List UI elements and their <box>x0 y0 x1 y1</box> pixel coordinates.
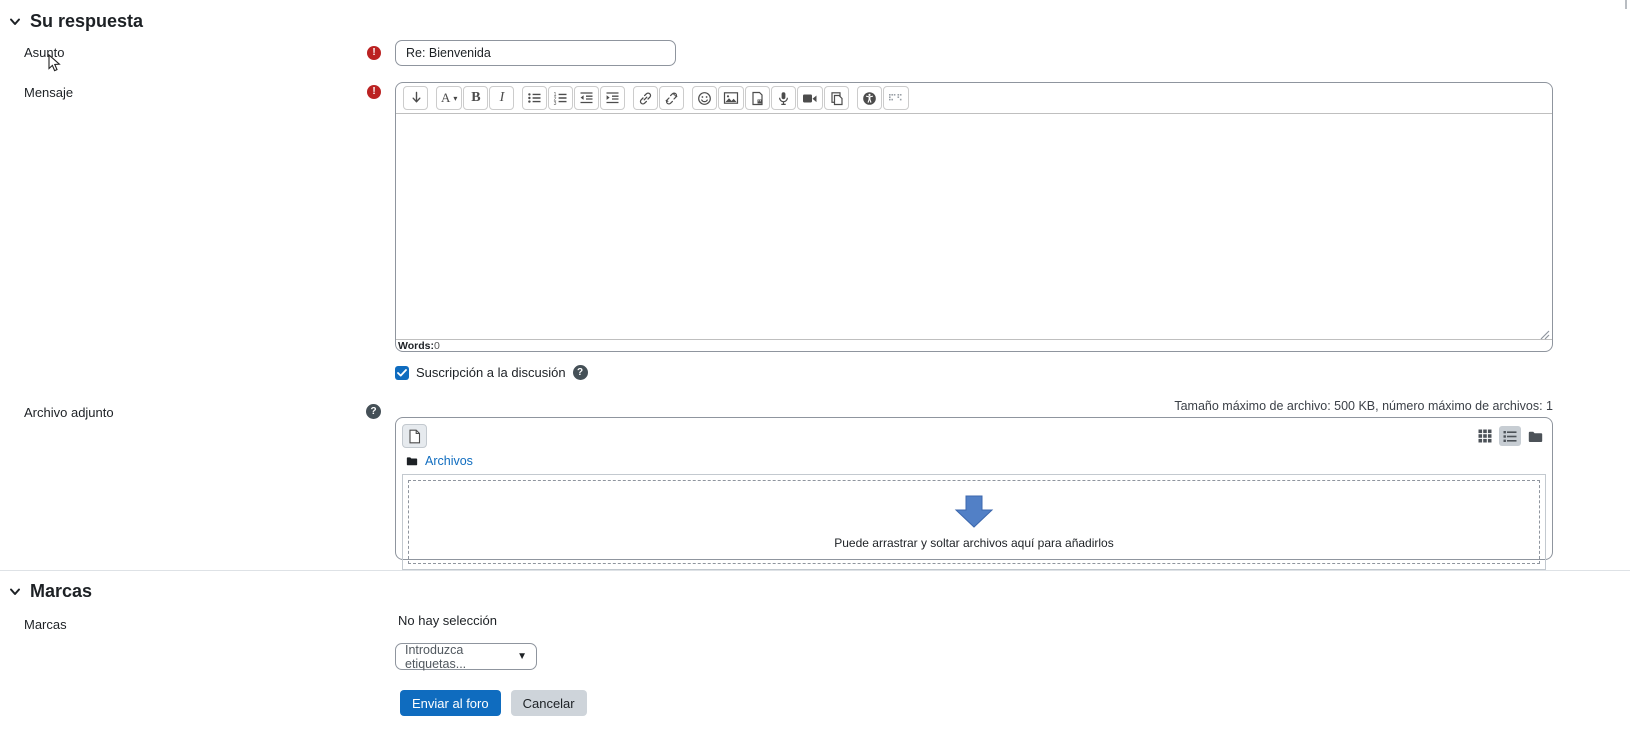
section-divider <box>0 570 1630 571</box>
indent-button[interactable] <box>600 86 625 110</box>
emoji-button[interactable] <box>692 86 717 110</box>
word-count-bar: Words:0 <box>396 339 1552 352</box>
filemanager-path: Archivos <box>402 451 1546 471</box>
video-camera-icon <box>802 92 818 105</box>
media-file-icon <box>750 91 765 106</box>
screenreader-icon <box>888 92 904 105</box>
chevron-down-icon <box>8 585 22 599</box>
add-file-button[interactable] <box>402 424 427 448</box>
section-su-respuesta-header[interactable]: Su respuesta <box>8 11 143 32</box>
numbered-list-icon: 123 <box>553 91 568 105</box>
section-title: Marcas <box>30 581 92 602</box>
subscription-row: Suscripción a la discusión ? <box>395 365 588 380</box>
section-title: Su respuesta <box>30 11 143 32</box>
message-editor: A▾ B I 123 <box>395 82 1553 352</box>
folder-icon <box>1528 430 1543 443</box>
outdent-icon <box>579 91 594 105</box>
accessibility-checker-button[interactable] <box>857 86 882 110</box>
ordered-list-button[interactable]: 123 <box>548 86 573 110</box>
asunto-input[interactable]: Re: Bienvenida <box>395 40 676 66</box>
forum-reply-page: Su respuesta Asunto ! Re: Bienvenida Men… <box>0 0 1630 754</box>
unordered-list-button[interactable] <box>522 86 547 110</box>
accessibility-icon <box>862 91 877 106</box>
manage-files-button[interactable] <box>824 86 849 110</box>
record-audio-button[interactable] <box>771 86 796 110</box>
help-icon[interactable]: ? <box>366 404 381 419</box>
tags-combobox[interactable]: Introduzca etiquetas... ▼ <box>395 643 537 670</box>
bold-button[interactable]: B <box>463 86 488 110</box>
smiley-icon <box>697 91 712 106</box>
path-link-archivos[interactable]: Archivos <box>425 454 473 468</box>
new-file-icon <box>408 429 421 444</box>
unlink-icon <box>664 91 679 106</box>
indent-icon <box>605 91 620 105</box>
microphone-icon <box>777 91 790 106</box>
cancel-button[interactable]: Cancelar <box>511 690 587 716</box>
file-limits-text: Tamaño máximo de archivo: 500 KB, número… <box>1174 399 1553 413</box>
chevron-down-icon <box>8 15 22 29</box>
section-marcas-header[interactable]: Marcas <box>8 581 92 602</box>
italic-button[interactable]: I <box>489 86 514 110</box>
arrow-down-icon <box>409 91 423 105</box>
word-count-value: 0 <box>434 340 440 352</box>
scrollbar-artifact <box>1625 0 1627 9</box>
svg-text:3: 3 <box>554 101 557 105</box>
drag-drop-arrow-icon <box>953 494 995 528</box>
dropdown-arrow-icon: ▼ <box>517 651 527 662</box>
folder-icon <box>406 456 418 466</box>
tree-view-button[interactable] <box>1524 426 1546 446</box>
record-video-button[interactable] <box>797 86 823 110</box>
marcas-label: Marcas <box>24 617 67 632</box>
editor-toolbar: A▾ B I 123 <box>396 83 1552 113</box>
help-icon[interactable]: ? <box>573 365 588 380</box>
check-icon <box>397 369 407 377</box>
font-style-button[interactable]: A▾ <box>436 86 462 110</box>
link-button[interactable] <box>633 86 658 110</box>
asunto-label: Asunto <box>24 45 64 60</box>
dropzone-text: Puede arrastrar y soltar archivos aquí p… <box>834 536 1113 550</box>
mensaje-label: Mensaje <box>24 85 73 100</box>
unlink-button[interactable] <box>659 86 684 110</box>
link-icon <box>638 91 653 106</box>
filemanager-toolbar <box>402 423 1546 449</box>
list-view-button[interactable] <box>1499 426 1521 446</box>
no-selection-text: No hay selección <box>398 613 497 628</box>
asunto-value: Re: Bienvenida <box>406 46 491 60</box>
required-icon: ! <box>367 46 381 60</box>
image-icon <box>723 91 739 105</box>
list-view-icon <box>1503 430 1517 443</box>
dropzone-outer: Puede arrastrar y soltar archivos aquí p… <box>402 474 1546 570</box>
icons-view-button[interactable] <box>1474 426 1496 446</box>
insert-media-button[interactable] <box>745 86 770 110</box>
subscription-label: Suscripción a la discusión <box>416 365 566 380</box>
font-letter-icon: A <box>441 90 450 106</box>
word-count-label: Words: <box>398 340 434 352</box>
collapse-toolbar-button[interactable] <box>403 86 428 110</box>
subscription-checkbox[interactable] <box>395 366 409 380</box>
bullet-list-icon <box>527 91 542 105</box>
tags-placeholder: Introduzca etiquetas... <box>405 643 517 671</box>
resize-handle[interactable] <box>1540 327 1550 337</box>
outdent-button[interactable] <box>574 86 599 110</box>
view-toggle-group <box>1474 426 1546 446</box>
message-textarea[interactable] <box>396 113 1552 339</box>
files-icon <box>829 91 844 106</box>
italic-icon: I <box>500 90 505 106</box>
submit-button[interactable]: Enviar al foro <box>400 690 501 716</box>
screenreader-helper-button[interactable] <box>883 86 909 110</box>
required-icon: ! <box>367 85 381 99</box>
grid-view-icon <box>1478 429 1492 443</box>
filemanager: Archivos Puede arrastrar y soltar archiv… <box>395 417 1553 560</box>
bold-icon: B <box>471 90 480 106</box>
form-actions: Enviar al foro Cancelar <box>400 690 587 716</box>
caret-down-icon: ▾ <box>453 94 457 103</box>
file-dropzone[interactable]: Puede arrastrar y soltar archivos aquí p… <box>408 480 1540 564</box>
insert-image-button[interactable] <box>718 86 744 110</box>
archivo-label: Archivo adjunto <box>24 405 114 420</box>
